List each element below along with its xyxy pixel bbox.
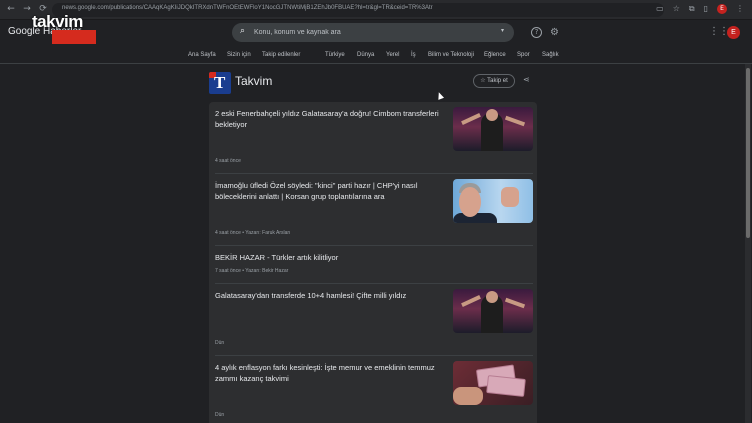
logo-letter: T bbox=[214, 73, 226, 92]
forward-icon[interactable]: → bbox=[22, 4, 32, 14]
news-header: Google Haberler ⌕ ▾ ? ⚙ ⋮⋮⋮ E bbox=[0, 20, 752, 48]
article-meta: Dün bbox=[215, 340, 225, 346]
help-icon[interactable]: ? bbox=[531, 27, 542, 38]
article-thumbnail[interactable] bbox=[453, 289, 533, 333]
avatar[interactable]: E bbox=[727, 26, 740, 39]
search-bar[interactable]: ⌕ ▾ bbox=[232, 23, 514, 42]
scrollbar-thumb[interactable] bbox=[746, 68, 750, 238]
article-title[interactable]: BEKİR HAZAR - Türkler artık kilitliyor bbox=[215, 252, 441, 263]
article-meta: 4 saat önce bbox=[215, 158, 241, 164]
article-card[interactable]: 2 eski Fenerbahçeli yıldız Galatasaray'a… bbox=[215, 102, 533, 174]
url-text[interactable]: news.google.com/publications/CAAqKAgKIiJ… bbox=[62, 5, 433, 11]
article-title[interactable]: Galatasaray'dan transferde 10+4 hamlesi!… bbox=[215, 290, 441, 301]
tab-turkey[interactable]: Türkiye bbox=[325, 52, 345, 58]
section-nav: Ana Sayfa Sizin için Takip edilenler Tür… bbox=[0, 48, 752, 64]
article-thumbnail[interactable] bbox=[453, 361, 533, 405]
gear-icon[interactable]: ⚙ bbox=[549, 27, 560, 38]
tab-local[interactable]: Yerel bbox=[386, 52, 399, 58]
tab-sports[interactable]: Spor bbox=[517, 52, 530, 58]
article-card[interactable]: Galatasaray'dan transferde 10+4 hamlesi!… bbox=[215, 284, 533, 356]
chevron-down-icon[interactable]: ▾ bbox=[501, 27, 504, 34]
tab-home[interactable]: Ana Sayfa bbox=[188, 52, 216, 58]
cast-icon[interactable]: ▭ bbox=[656, 4, 664, 14]
article-card[interactable]: İmamoğlu üfledi Özel söyledi: "kinci" pa… bbox=[215, 174, 533, 246]
extensions-icon[interactable]: ⧉ bbox=[689, 4, 695, 14]
article-card[interactable]: BEKİR HAZAR - Türkler artık kilitliyor 7… bbox=[215, 246, 533, 284]
tab-entertainment[interactable]: Eğlence bbox=[484, 52, 506, 58]
tab-world[interactable]: Dünya bbox=[357, 52, 374, 58]
article-feed: 2 eski Fenerbahçeli yıldız Galatasaray'a… bbox=[209, 102, 537, 423]
tab-for-you[interactable]: Sizin için bbox=[227, 52, 251, 58]
reload-icon[interactable]: ⟳ bbox=[38, 4, 48, 14]
tab-science-tech[interactable]: Bilim ve Teknoloji bbox=[428, 52, 474, 58]
publication-logo: T bbox=[209, 72, 231, 94]
page-scrollbar[interactable] bbox=[745, 64, 751, 423]
search-input[interactable] bbox=[254, 26, 474, 39]
article-thumbnail[interactable] bbox=[453, 107, 533, 151]
article-meta: 4 saat önce • Yazarı: Faruk Arslan bbox=[215, 230, 291, 236]
tab-business[interactable]: İş bbox=[411, 52, 416, 58]
profile-avatar[interactable]: E bbox=[717, 4, 727, 14]
article-meta: Dün bbox=[215, 412, 225, 418]
address-bar[interactable]: news.google.com/publications/CAAqKAgKIiJ… bbox=[52, 3, 664, 17]
google-news-logo[interactable]: Google Haberler bbox=[8, 26, 81, 37]
nav-buttons: ← → ⟳ bbox=[6, 4, 48, 14]
publication-header: T Takvim ☆ Takip et ⋖ bbox=[209, 70, 537, 98]
tab-following[interactable]: Takip edilenler bbox=[262, 52, 300, 58]
tab-health[interactable]: Sağlık bbox=[542, 52, 559, 58]
browser-actions: ▭ ☆ ⧉ ▯ E ⋮ bbox=[656, 4, 744, 14]
article-meta: 7 saat önce • Yazarı: Bekir Hazar bbox=[215, 268, 289, 274]
back-icon[interactable]: ← bbox=[6, 4, 16, 14]
publication-name: Takvim bbox=[235, 74, 273, 88]
sidebar-icon[interactable]: ▯ bbox=[704, 4, 708, 14]
follow-button[interactable]: ☆ Takip et bbox=[473, 74, 515, 88]
browser-toolbar: ← → ⟳ news.google.com/publications/CAAqK… bbox=[0, 0, 752, 20]
article-thumbnail[interactable] bbox=[453, 179, 533, 223]
article-card[interactable]: 4 aylık enflasyon farkı kesinleşti: İşte… bbox=[215, 356, 533, 423]
search-icon[interactable]: ⌕ bbox=[240, 26, 245, 36]
bookmark-star-icon[interactable]: ☆ bbox=[673, 4, 680, 14]
share-icon[interactable]: ⋖ bbox=[523, 75, 530, 84]
article-title[interactable]: 2 eski Fenerbahçeli yıldız Galatasaray'a… bbox=[215, 108, 441, 130]
article-title[interactable]: İmamoğlu üfledi Özel söyledi: "kinci" pa… bbox=[215, 180, 441, 202]
article-title[interactable]: 4 aylık enflasyon farkı kesinleşti: İşte… bbox=[215, 362, 441, 384]
menu-icon[interactable]: ⋮ bbox=[736, 4, 744, 14]
